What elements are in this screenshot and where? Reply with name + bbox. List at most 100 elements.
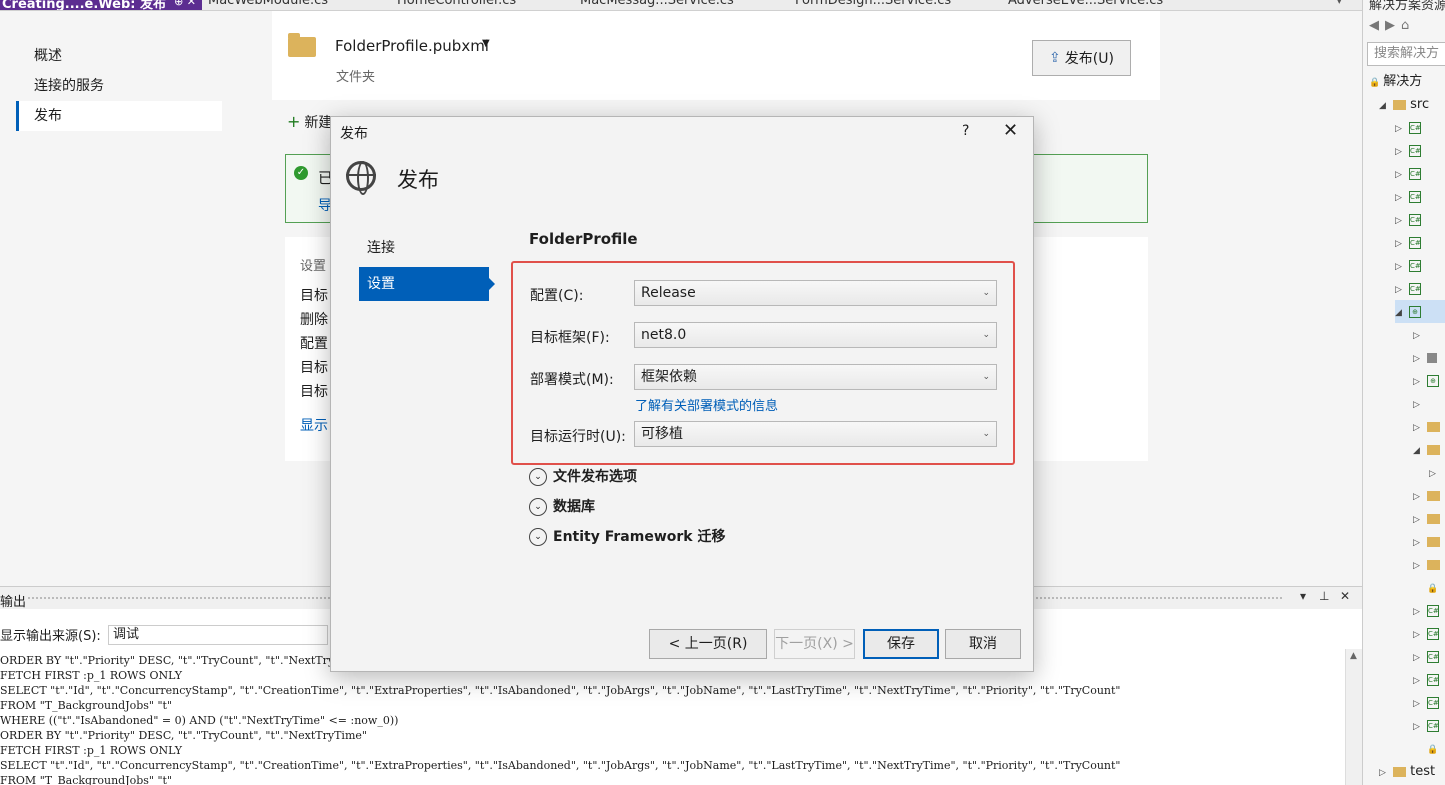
tree-node[interactable]: ▷: [1413, 346, 1437, 369]
output-scrollbar[interactable]: ▲: [1345, 649, 1362, 785]
tree-web-project-selected[interactable]: ◢ ⊕: [1395, 300, 1445, 323]
target-framework-select[interactable]: net8.0 ⌄: [634, 322, 997, 348]
tree-src-folder[interactable]: ◢ src: [1379, 93, 1429, 116]
tree-file[interactable]: 🔒: [1427, 737, 1441, 760]
save-button[interactable]: 保存: [863, 629, 939, 659]
tree-file[interactable]: ▷ C#: [1413, 691, 1439, 714]
publish-button[interactable]: ⇪ 发布(U): [1032, 40, 1131, 76]
dialog-nav-settings[interactable]: 设置: [359, 267, 495, 301]
tree-folder[interactable]: ▷: [1413, 530, 1440, 553]
expanded-arrow-icon[interactable]: ◢: [1413, 440, 1427, 463]
collapsed-arrow-icon[interactable]: ▷: [1413, 601, 1427, 624]
database-expander[interactable]: ⌄ 数据库: [529, 496, 595, 516]
collapsed-arrow-icon[interactable]: ▷: [1413, 532, 1427, 555]
collapsed-arrow-icon[interactable]: ▷: [1413, 647, 1427, 670]
tree-folder[interactable]: ◢: [1413, 438, 1440, 461]
help-icon[interactable]: ?: [962, 123, 969, 139]
collapsed-arrow-icon[interactable]: ▷: [1395, 279, 1409, 302]
cancel-button[interactable]: 取消: [945, 629, 1021, 659]
tab-overflow-icon[interactable]: ▾: [1336, 0, 1342, 7]
deployment-mode-select[interactable]: 框架依赖 ⌄: [634, 364, 997, 390]
collapsed-arrow-icon[interactable]: ▷: [1413, 417, 1427, 440]
solution-explorer-toolbar[interactable]: ◀▶⌂: [1369, 18, 1415, 33]
tree-file[interactable]: ▷ C#: [1413, 714, 1439, 737]
collapsed-arrow-icon[interactable]: ▷: [1413, 394, 1427, 417]
tree-file[interactable]: 🔒: [1427, 576, 1441, 599]
tree-project[interactable]: ▷ C#: [1395, 277, 1421, 300]
configuration-select[interactable]: Release ⌄: [634, 280, 997, 306]
collapsed-arrow-icon[interactable]: ▷: [1395, 210, 1409, 233]
tree-file[interactable]: ▷ C#: [1413, 599, 1439, 622]
solution-search-input[interactable]: 搜索解决方: [1367, 42, 1445, 66]
pin-icon[interactable]: ⊥: [1319, 589, 1329, 603]
tree-file[interactable]: ▷ C#: [1413, 668, 1439, 691]
collapsed-arrow-icon[interactable]: ▷: [1413, 486, 1427, 509]
profile-name[interactable]: FolderProfile.pubxml: [335, 37, 489, 55]
previous-button[interactable]: < 上一页(R): [649, 629, 767, 659]
tree-project[interactable]: ▷ C#: [1395, 116, 1421, 139]
tree-folder[interactable]: ▷: [1413, 507, 1440, 530]
target-runtime-select[interactable]: 可移植 ⌄: [634, 421, 997, 447]
tree-folder[interactable]: ▷: [1413, 415, 1440, 438]
tree-solution-node[interactable]: 🔒 解决方: [1369, 70, 1422, 93]
tree-node[interactable]: ▷: [1429, 461, 1443, 484]
close-icon[interactable]: ✕: [1340, 589, 1350, 603]
collapsed-arrow-icon[interactable]: ▷: [1413, 624, 1427, 647]
tree-project[interactable]: ▷ C#: [1395, 139, 1421, 162]
tree-project[interactable]: ▷ C#: [1395, 254, 1421, 277]
collapsed-arrow-icon[interactable]: ▷: [1413, 693, 1427, 716]
collapsed-arrow-icon[interactable]: ▷: [1413, 371, 1427, 394]
chevron-down-icon[interactable]: ▼: [482, 38, 490, 49]
nav-item-overview[interactable]: 概述: [16, 41, 222, 71]
collapsed-arrow-icon[interactable]: ▷: [1413, 348, 1427, 371]
tab-publish[interactable]: Creating....e.Web: 发布 ⊕ ✕: [0, 0, 202, 10]
collapsed-arrow-icon[interactable]: ▷: [1429, 463, 1443, 486]
collapsed-arrow-icon[interactable]: ▷: [1395, 164, 1409, 187]
tree-node[interactable]: ▷: [1413, 392, 1427, 415]
new-profile-link[interactable]: + 新建: [287, 112, 332, 132]
tree-project[interactable]: ▷ C#: [1395, 231, 1421, 254]
collapsed-arrow-icon[interactable]: ▷: [1395, 141, 1409, 164]
collapsed-arrow-icon[interactable]: ▷: [1413, 716, 1427, 739]
output-source-select[interactable]: 调试: [108, 625, 328, 645]
tree-project[interactable]: ▷ C#: [1395, 162, 1421, 185]
collapsed-arrow-icon[interactable]: ▷: [1413, 509, 1427, 532]
expanded-arrow-icon[interactable]: ◢: [1395, 302, 1409, 325]
tree-project[interactable]: ▷ C#: [1395, 185, 1421, 208]
collapsed-arrow-icon[interactable]: ▷: [1395, 118, 1409, 141]
ef-migrations-expander[interactable]: ⌄ Entity Framework 迁移: [529, 526, 725, 546]
tab-adverseevent-service[interactable]: AdverseEve...Service.cs: [1008, 0, 1163, 10]
deployment-mode-info-link[interactable]: 了解有关部署模式的信息: [635, 395, 778, 414]
tab-formdesign-service[interactable]: FormDesign...Service.cs: [795, 0, 951, 10]
tab-pin-close-icons[interactable]: ⊕ ✕: [174, 0, 196, 8]
tree-node[interactable]: ▷ ⊕: [1413, 369, 1439, 392]
tree-file[interactable]: ▷ C#: [1413, 645, 1439, 668]
expanded-arrow-icon[interactable]: ◢: [1379, 95, 1393, 118]
tree-project[interactable]: ▷ C#: [1395, 208, 1421, 231]
collapsed-arrow-icon[interactable]: ▷: [1413, 555, 1427, 578]
tab-homecontroller[interactable]: HomeController.cs: [397, 0, 516, 10]
collapsed-arrow-icon[interactable]: ▷: [1379, 762, 1393, 785]
tree-folder[interactable]: ▷: [1413, 553, 1440, 576]
tree-node[interactable]: ▷: [1413, 323, 1427, 346]
collapsed-arrow-icon[interactable]: ▷: [1413, 325, 1427, 348]
tree-file[interactable]: ▷ C#: [1413, 622, 1439, 645]
tree-folder[interactable]: ▷: [1413, 484, 1440, 507]
collapsed-arrow-icon[interactable]: ▷: [1395, 187, 1409, 210]
collapsed-arrow-icon[interactable]: ▷: [1395, 256, 1409, 279]
collapsed-arrow-icon[interactable]: ▷: [1395, 233, 1409, 256]
close-icon[interactable]: ✕: [1003, 120, 1018, 141]
show-all-settings-link[interactable]: 显示: [300, 415, 328, 435]
dialog-titlebar[interactable]: 发布 ? ✕: [331, 117, 1033, 147]
tree-test-folder[interactable]: ▷ test: [1379, 760, 1435, 783]
nav-item-publish[interactable]: 发布: [16, 101, 222, 131]
collapsed-arrow-icon[interactable]: ▷: [1413, 670, 1427, 693]
file-publish-options-expander[interactable]: ⌄ 文件发布选项: [529, 466, 637, 486]
next-button[interactable]: 下一页(X) >: [774, 629, 855, 659]
tab-macwebmodule[interactable]: MacWebModule.cs: [208, 0, 328, 10]
scroll-up-icon[interactable]: ▲: [1350, 651, 1357, 661]
nav-item-connected-services[interactable]: 连接的服务: [16, 71, 222, 101]
chevron-down-icon[interactable]: ▾: [1300, 589, 1306, 603]
dialog-nav-connection[interactable]: 连接: [359, 231, 489, 265]
tab-macmessage-service[interactable]: MacMessag...Service.cs: [580, 0, 734, 10]
